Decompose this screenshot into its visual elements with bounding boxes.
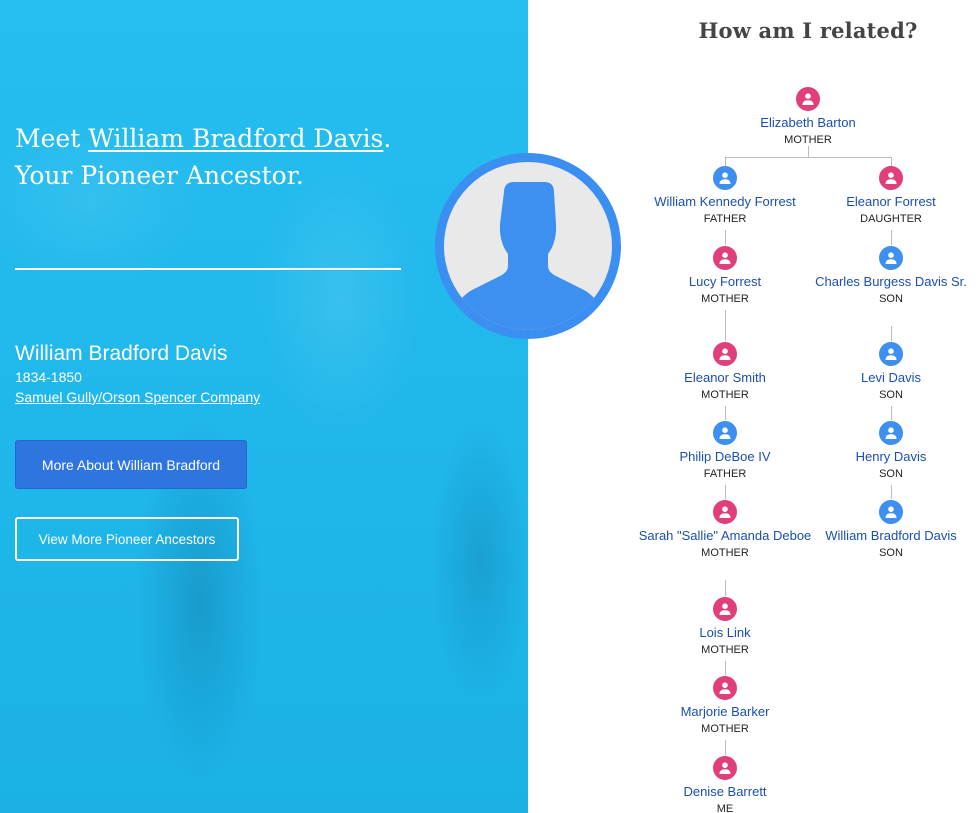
female-person-icon	[879, 166, 903, 190]
tree-node: William Bradford Davis SON	[801, 500, 980, 560]
tree-connector	[891, 326, 892, 341]
tree-connector	[725, 310, 726, 341]
tree-node-name-link[interactable]: Lucy Forrest	[635, 274, 815, 290]
tree-node: Charles Burgess Davis Sr. SON	[801, 246, 980, 306]
tree-node-relation: SON	[879, 547, 903, 559]
tree-node-name-link[interactable]: Charles Burgess Davis Sr.	[801, 274, 980, 290]
male-person-icon	[713, 421, 737, 445]
female-person-icon	[713, 756, 737, 780]
female-person-icon	[713, 500, 737, 524]
tree-node-name-link[interactable]: Philip DeBoe IV	[635, 449, 815, 465]
tree-node: Denise Barrett ME	[635, 756, 815, 813]
tree-node: Philip DeBoe IV FATHER	[635, 421, 815, 481]
heading-ancestor-link[interactable]: William Bradford Davis	[88, 124, 383, 153]
tree-node-name-link[interactable]: Eleanor Forrest	[801, 194, 980, 210]
hero-divider	[15, 268, 401, 270]
tree-node-relation: MOTHER	[701, 723, 749, 735]
tree-connector	[891, 230, 892, 245]
tree-node-relation: MOTHER	[701, 547, 749, 559]
tree-connector	[725, 406, 726, 420]
tree-node-relation: MOTHER	[701, 644, 749, 656]
tree-connector	[891, 157, 892, 166]
tree-node-name-link[interactable]: Denise Barrett	[635, 784, 815, 800]
tree-node-name-link[interactable]: William Kennedy Forrest	[635, 194, 815, 210]
tree-node: Lucy Forrest MOTHER	[635, 246, 815, 306]
tree-node: Sarah "Sallie" Amanda Deboe MOTHER	[635, 500, 815, 560]
tree-node-name-link[interactable]: Eleanor Smith	[635, 370, 815, 386]
female-person-icon	[713, 246, 737, 270]
tree-connector	[725, 485, 726, 499]
tree-connector	[891, 406, 892, 420]
tree-node-relation: SON	[879, 293, 903, 305]
tree-node: Levi Davis SON	[801, 342, 980, 402]
ancestor-company-link[interactable]: Samuel Gully/Orson Spencer Company	[15, 389, 260, 405]
tree-node-name-link[interactable]: William Bradford Davis	[801, 528, 980, 544]
ancestor-name: William Bradford Davis	[15, 342, 228, 365]
tree-node: Eleanor Smith MOTHER	[635, 342, 815, 402]
tree-connector	[725, 580, 726, 596]
tree-node: Eleanor Forrest DAUGHTER	[801, 166, 980, 226]
tree-connector	[725, 157, 726, 166]
male-person-icon	[879, 500, 903, 524]
tree-node: Henry Davis SON	[801, 421, 980, 481]
tree-connector	[808, 146, 809, 157]
female-person-icon	[713, 597, 737, 621]
tree-title: How am I related?	[698, 18, 918, 43]
tree-node: Lois Link MOTHER	[635, 597, 815, 657]
tree-node-name-link[interactable]: Elizabeth Barton	[718, 115, 898, 131]
tree-node-relation: MOTHER	[701, 293, 749, 305]
male-person-icon	[879, 421, 903, 445]
female-person-icon	[713, 676, 737, 700]
female-person-icon	[713, 342, 737, 366]
tree-connector	[725, 740, 726, 755]
tree-connector	[725, 157, 892, 158]
heading-subtitle: Your Pioneer Ancestor.	[15, 161, 304, 190]
female-person-icon	[796, 87, 820, 111]
tree-node: Elizabeth Barton MOTHER	[718, 87, 898, 147]
tree-node-name-link[interactable]: Marjorie Barker	[635, 704, 815, 720]
tree-node-name-link[interactable]: Henry Davis	[801, 449, 980, 465]
tree-node: William Kennedy Forrest FATHER	[635, 166, 815, 226]
tree-node-relation: SON	[879, 389, 903, 401]
tree-node: Marjorie Barker MOTHER	[635, 676, 815, 736]
hero-heading: Meet William Bradford Davis. Your Pionee…	[15, 120, 415, 194]
view-more-ancestors-button[interactable]: View More Pioneer Ancestors	[15, 517, 239, 561]
heading-meet: Meet	[15, 124, 89, 153]
tree-connector	[725, 661, 726, 675]
ancestor-avatar	[435, 153, 621, 339]
tree-node-relation: SON	[879, 468, 903, 480]
heading-period: .	[383, 124, 392, 153]
more-about-button[interactable]: More About William Bradford	[15, 440, 247, 489]
hero-panel: Meet William Bradford Davis. Your Pionee…	[0, 0, 528, 813]
tree-node-name-link[interactable]: Sarah "Sallie" Amanda Deboe	[635, 528, 815, 544]
person-silhouette-icon	[454, 182, 602, 330]
tree-node-name-link[interactable]: Lois Link	[635, 625, 815, 641]
tree-node-relation: MOTHER	[701, 389, 749, 401]
male-person-icon	[879, 246, 903, 270]
tree-node-relation: ME	[716, 803, 734, 813]
tree-node-relation: FATHER	[703, 213, 747, 225]
ancestor-years: 1834-1850	[15, 369, 82, 385]
male-person-icon	[879, 342, 903, 366]
tree-node-relation: FATHER	[703, 468, 747, 480]
male-person-icon	[713, 166, 737, 190]
tree-connector	[891, 485, 892, 499]
tree-node-name-link[interactable]: Levi Davis	[801, 370, 980, 386]
tree-connector	[725, 230, 726, 245]
tree-node-relation: DAUGHTER	[860, 213, 922, 225]
